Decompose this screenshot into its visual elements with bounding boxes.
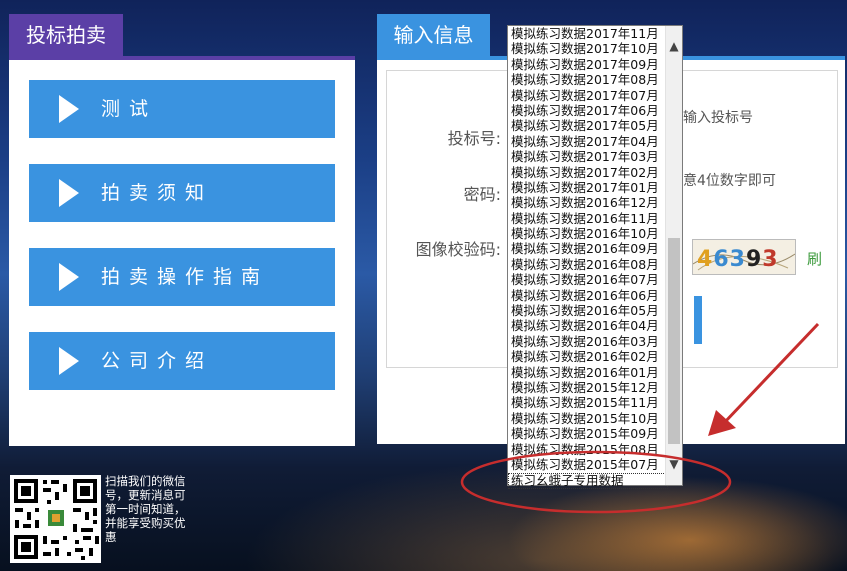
menu-button-company-intro[interactable]: 公司介绍	[29, 332, 335, 390]
dropdown-option[interactable]: 模拟练习数据2017年09月	[508, 57, 668, 72]
menu-button-label: 测试	[101, 98, 158, 120]
menu-button-operation-guide[interactable]: 拍卖操作指南	[29, 248, 335, 306]
qr-caption: 扫描我们的微信号，更新消息可第一时间知道，并能享受购买优惠	[105, 474, 186, 544]
dropdown-option[interactable]: 模拟练习数据2016年09月	[508, 241, 668, 256]
left-menu-panel: 测试 拍卖须知 拍卖操作指南 公司介绍	[9, 60, 355, 446]
dropdown-option-selected[interactable]: 练习幺蛾子专用数据	[508, 473, 668, 489]
play-icon	[59, 179, 79, 207]
play-icon	[59, 263, 79, 291]
menu-button-label: 拍卖须知	[101, 182, 214, 204]
dropdown-option[interactable]: 模拟练习数据2017年07月	[508, 88, 668, 103]
dropdown-option[interactable]: 模拟练习数据2017年08月	[508, 72, 668, 87]
dropdown-options: 模拟练习数据2017年11月 模拟练习数据2017年10月 模拟练习数据2017年0…	[508, 26, 668, 489]
dropdown-option[interactable]: 模拟练习数据2017年03月	[508, 149, 668, 164]
captcha-label: 图像校验码:	[415, 240, 501, 259]
dropdown-option[interactable]: 模拟练习数据2017年04月	[508, 134, 668, 149]
dropdown-option[interactable]: 模拟练习数据2016年10月	[508, 226, 668, 241]
menu-button-label: 公司介绍	[101, 350, 214, 372]
bid-number-hint: 输入投标号	[683, 110, 753, 126]
dropdown-option[interactable]: 模拟练习数据2015年08月	[508, 442, 668, 457]
dropdown-scrollbar[interactable]: ▲ ▼	[665, 26, 682, 485]
dropdown-option[interactable]: 模拟练习数据2015年12月	[508, 380, 668, 395]
dropdown-option[interactable]: 模拟练习数据2016年12月	[508, 195, 668, 210]
play-icon	[59, 95, 79, 123]
dropdown-option[interactable]: 模拟练习数据2017年10月	[508, 41, 668, 56]
scroll-down-icon[interactable]: ▼	[666, 456, 682, 472]
dropdown-option[interactable]: 模拟练习数据2017年01月	[508, 180, 668, 195]
dropdown-option[interactable]: 模拟练习数据2015年09月	[508, 426, 668, 441]
dropdown-option[interactable]: 模拟练习数据2015年11月	[508, 395, 668, 410]
scrollbar-thumb[interactable]	[668, 238, 680, 444]
auction-tab-title[interactable]: 投标拍卖	[9, 14, 123, 56]
dropdown-option[interactable]: 模拟练习数据2016年08月	[508, 257, 668, 272]
submit-button[interactable]	[694, 296, 702, 344]
menu-button-test[interactable]: 测试	[29, 80, 335, 138]
dropdown-option[interactable]: 模拟练习数据2016年02月	[508, 349, 668, 364]
menu-button-auction-notice[interactable]: 拍卖须知	[29, 164, 335, 222]
wechat-qr-code	[10, 475, 101, 563]
dropdown-option[interactable]: 模拟练习数据2017年06月	[508, 103, 668, 118]
captcha-refresh-link[interactable]: 刷	[807, 248, 822, 269]
dropdown-option[interactable]: 模拟练习数据2016年05月	[508, 303, 668, 318]
dropdown-option[interactable]: 模拟练习数据2015年07月	[508, 457, 668, 472]
captcha-image[interactable]: 46393	[692, 239, 796, 275]
dropdown-option[interactable]: 模拟练习数据2015年10月	[508, 411, 668, 426]
dropdown-option[interactable]: 模拟练习数据2017年11月	[508, 26, 668, 41]
scroll-up-icon[interactable]: ▲	[666, 38, 682, 54]
input-info-tab-title[interactable]: 输入信息	[377, 14, 490, 56]
dropdown-option[interactable]: 模拟练习数据2017年02月	[508, 165, 668, 180]
dropdown-option[interactable]: 模拟练习数据2017年05月	[508, 118, 668, 133]
dropdown-option[interactable]: 模拟练习数据2016年01月	[508, 365, 668, 380]
dropdown-option[interactable]: 模拟练习数据2016年06月	[508, 288, 668, 303]
dropdown-option[interactable]: 模拟练习数据2016年03月	[508, 334, 668, 349]
play-icon	[59, 347, 79, 375]
dropdown-option[interactable]: 模拟练习数据2016年11月	[508, 211, 668, 226]
dropdown-option[interactable]: 模拟练习数据2016年07月	[508, 272, 668, 287]
bid-number-label: 投标号:	[447, 129, 501, 148]
password-label: 密码:	[463, 185, 501, 204]
practice-data-dropdown[interactable]: 模拟练习数据2017年11月 模拟练习数据2017年10月 模拟练习数据2017年0…	[507, 25, 683, 489]
menu-button-label: 拍卖操作指南	[101, 266, 270, 288]
svg-text:46393: 46393	[697, 247, 779, 272]
dropdown-option[interactable]: 模拟练习数据2016年04月	[508, 318, 668, 333]
password-hint: 意4位数字即可	[683, 173, 776, 189]
